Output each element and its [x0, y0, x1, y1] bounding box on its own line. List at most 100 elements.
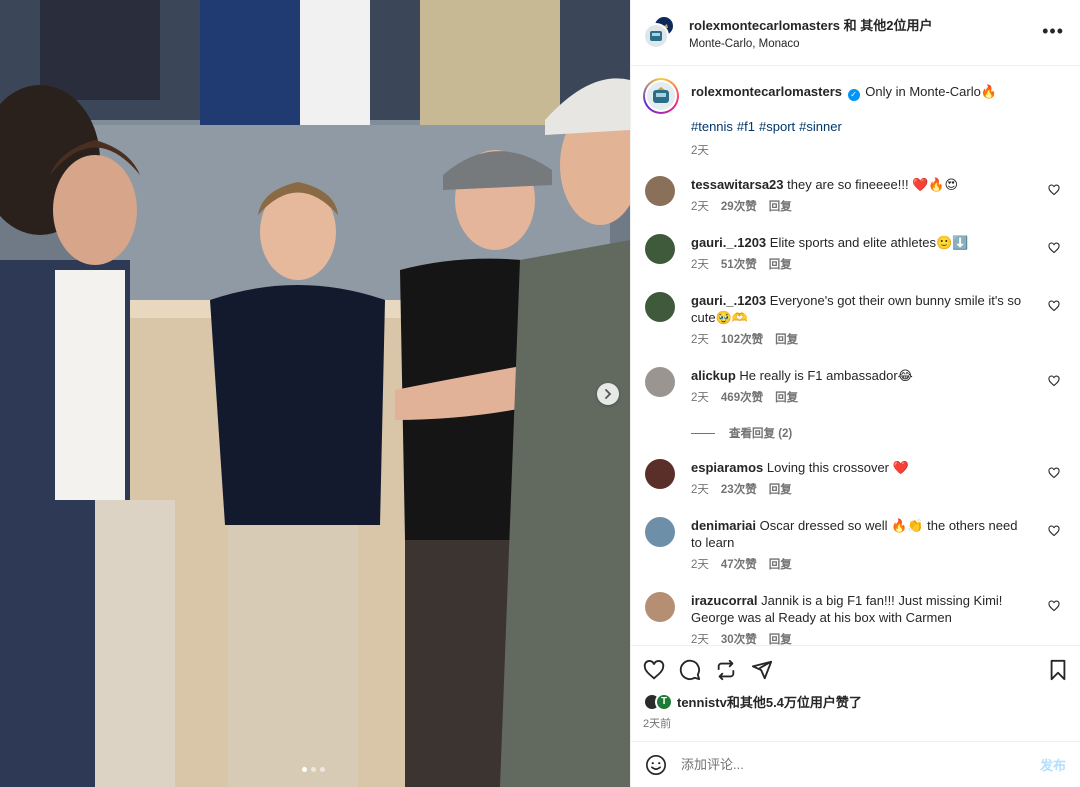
send-paper-plane-icon: [751, 660, 773, 680]
save-button[interactable]: [1048, 659, 1068, 681]
bookmark-icon: [1050, 659, 1066, 681]
commenter-avatar[interactable]: [645, 292, 675, 322]
comment-age: 2天: [691, 484, 709, 496]
post-location[interactable]: Monte-Carlo, Monaco: [689, 38, 932, 50]
more-options-icon[interactable]: •••: [1042, 22, 1064, 40]
comment-likes[interactable]: 47次赞: [721, 557, 757, 574]
likes-summary[interactable]: T tennistv和其他5.4万位用户赞了: [643, 692, 1068, 711]
like-heart-icon[interactable]: [1048, 375, 1060, 387]
photo-image: [0, 0, 630, 787]
comment-age: 2天: [691, 201, 709, 213]
comment-item: espiaramos Loving this crossover ❤️ 2天 23…: [643, 459, 1064, 499]
reply-button[interactable]: 回复: [769, 199, 792, 216]
comment-likes[interactable]: 51次赞: [721, 257, 757, 274]
share-button[interactable]: [751, 659, 773, 681]
comment-item: gauri._.1203 Everyone's got their own bu…: [643, 292, 1064, 349]
comment-likes[interactable]: 23次赞: [721, 482, 757, 499]
comment-username[interactable]: denimariai: [691, 518, 756, 533]
commenter-avatar[interactable]: [645, 517, 675, 547]
hashtag-link[interactable]: #f1: [737, 119, 755, 134]
comment-username[interactable]: espiaramos: [691, 460, 763, 475]
like-button[interactable]: [643, 659, 665, 681]
like-heart-icon[interactable]: [1048, 184, 1060, 196]
reply-button[interactable]: 回复: [769, 482, 792, 499]
emoji-icon: [646, 754, 666, 775]
comment-input[interactable]: [681, 757, 1026, 772]
like-heart-icon[interactable]: [1048, 525, 1060, 537]
comments-scroll-area[interactable]: rolexmontecarlomasters ✓ Only in Monte-C…: [631, 66, 1080, 645]
like-heart-icon[interactable]: [1048, 242, 1060, 254]
comment-username[interactable]: tessawitarsa23: [691, 177, 784, 192]
commenter-avatar[interactable]: [645, 176, 675, 206]
divider: [691, 432, 715, 434]
reply-button[interactable]: 回复: [769, 257, 792, 274]
likes-user[interactable]: tennistv: [677, 695, 727, 710]
verified-badge-icon: ✓: [847, 89, 860, 101]
instagram-post-viewer: rolexmontecarlomasters 和 其他2位用户 Monte-Ca…: [0, 0, 1080, 787]
add-comment-bar: 发布: [631, 741, 1080, 787]
carousel-dot-1: [302, 767, 307, 772]
collab-avatars[interactable]: [643, 14, 675, 49]
hashtag-link[interactable]: #sport: [759, 119, 795, 134]
comment-username[interactable]: gauri._.1203: [691, 235, 766, 250]
comment-age: 2天: [691, 334, 709, 346]
caption-hashtags: #tennis #f1 #sport #sinner: [691, 119, 1064, 134]
post-timestamp: 2天前: [643, 718, 672, 730]
reply-button[interactable]: 回复: [769, 632, 792, 645]
comment-age: 2天: [691, 259, 709, 271]
comment-username[interactable]: alickup: [691, 368, 736, 383]
carousel-dot-2: [311, 767, 316, 772]
comment-likes[interactable]: 30次赞: [721, 632, 757, 645]
post-actions-area: T tennistv和其他5.4万位用户赞了 2天前: [631, 645, 1080, 741]
post-comment-button[interactable]: 发布: [1040, 755, 1066, 774]
caption-age: 2天: [691, 145, 709, 157]
tournament-logo-icon: [650, 30, 662, 41]
commenter-avatar[interactable]: [645, 592, 675, 622]
comment-age: 2天: [691, 634, 709, 645]
reply-button[interactable]: 回复: [769, 557, 792, 574]
carousel-indicator: [302, 767, 325, 772]
tournament-logo-icon: [653, 87, 669, 103]
comment-likes[interactable]: 469次赞: [721, 390, 763, 407]
commenter-avatar[interactable]: [645, 367, 675, 397]
comment-likes[interactable]: 102次赞: [721, 332, 763, 349]
reply-button[interactable]: 回复: [775, 390, 798, 407]
caption-username[interactable]: rolexmontecarlomasters: [691, 84, 842, 99]
heart-icon: [643, 660, 665, 680]
like-heart-icon[interactable]: [1048, 467, 1060, 479]
commenter-avatar[interactable]: [645, 234, 675, 264]
carousel-next-button[interactable]: [597, 383, 619, 405]
like-heart-icon[interactable]: [1048, 300, 1060, 312]
avatar: T: [655, 692, 673, 711]
post-photo[interactable]: [0, 0, 630, 787]
comment-item: irazucorral Jannik is a big F1 fan!!! Ju…: [643, 592, 1064, 645]
hashtag-link[interactable]: #tennis: [691, 119, 733, 134]
likes-rest[interactable]: 和其他5.4万位用户赞了: [727, 695, 862, 710]
comment-item: alickup He really is F1 ambassador😂 2天 46…: [643, 367, 1064, 407]
view-replies-button[interactable]: 查看回复 (2): [691, 425, 1064, 441]
comment-text: Elite sports and elite athletes🙂⬇️: [769, 235, 969, 250]
commenter-avatar[interactable]: [645, 459, 675, 489]
comment-username[interactable]: gauri._.1203: [691, 293, 766, 308]
avatar: [643, 22, 669, 49]
post-header: rolexmontecarlomasters 和 其他2位用户 Monte-Ca…: [631, 0, 1080, 66]
comment-age: 2天: [691, 392, 709, 404]
repost-button[interactable]: [715, 659, 737, 681]
hashtag-link[interactable]: #sinner: [799, 119, 842, 134]
emoji-button[interactable]: [645, 754, 667, 776]
comment-age: 2天: [691, 559, 709, 571]
reply-button[interactable]: 回复: [775, 332, 798, 349]
action-bar: [643, 656, 1068, 684]
view-replies-label: 查看回复 (2): [729, 428, 793, 440]
comment-username[interactable]: irazucorral: [691, 593, 757, 608]
post-header-text: rolexmontecarlomasters 和 其他2位用户 Monte-Ca…: [689, 15, 932, 50]
comment-text: He really is F1 ambassador😂: [739, 368, 913, 383]
caption-avatar[interactable]: [643, 78, 679, 114]
post-author-title[interactable]: rolexmontecarlomasters 和 其他2位用户: [689, 15, 932, 34]
post-side-panel: rolexmontecarlomasters 和 其他2位用户 Monte-Ca…: [630, 0, 1080, 787]
comment-button[interactable]: [679, 659, 701, 681]
carousel-dot-3: [320, 767, 325, 772]
comment-likes[interactable]: 29次赞: [721, 199, 757, 216]
repost-icon: [717, 659, 735, 681]
like-heart-icon[interactable]: [1048, 600, 1060, 612]
